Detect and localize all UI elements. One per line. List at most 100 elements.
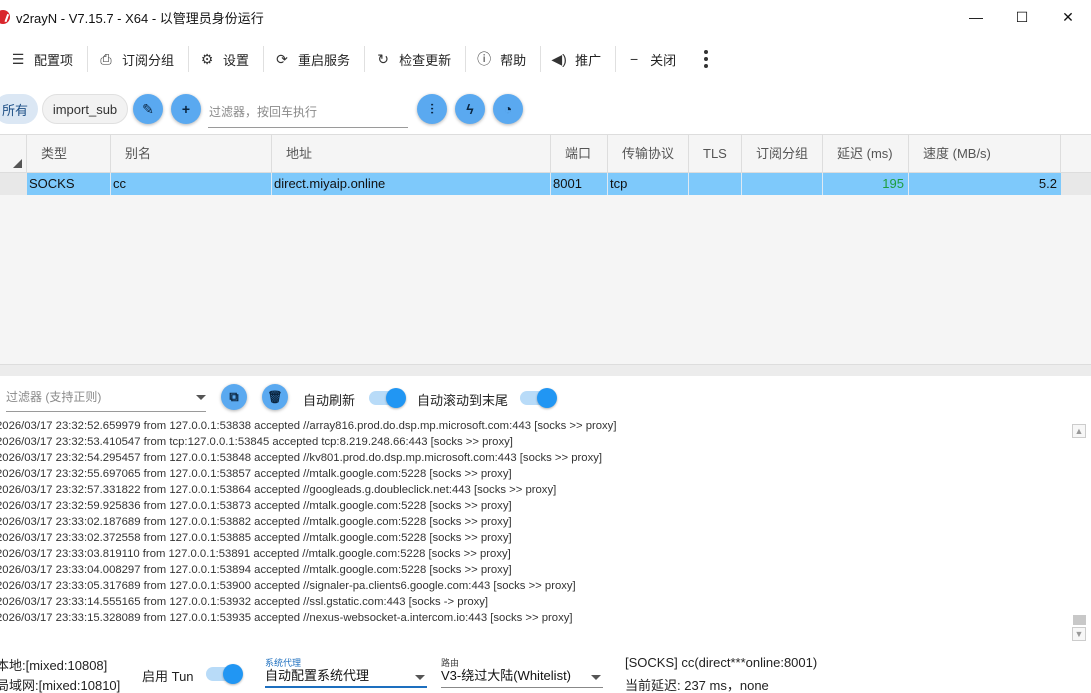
menu-close-label: 关闭: [650, 52, 677, 68]
table-header: 类型 别名 地址 端口 传输协议 TLS 订阅分组 延迟 (ms) 速度 (MB…: [0, 135, 1091, 173]
group-tab-import-sub[interactable]: import_sub: [42, 94, 128, 124]
gear-icon: ⚙: [200, 50, 214, 67]
menu-restart-service[interactable]: ⟳ 重启服务: [264, 42, 364, 76]
column-header-speed[interactable]: 速度 (MB/s): [909, 135, 1061, 173]
log-line: 2026/03/17 23:32:53.410547 from tcp:127.…: [0, 436, 513, 448]
cell-speed: 5.2: [1038, 176, 1057, 191]
tcping-button[interactable]: ⫶: [417, 94, 447, 124]
server-list-icon: ☰: [11, 50, 25, 67]
column-header-subscription[interactable]: 订阅分组: [742, 135, 823, 173]
scroll-down-icon[interactable]: ▼: [1072, 627, 1086, 641]
column-header-type[interactable]: 类型: [27, 135, 111, 173]
ping-icon: ⫶: [430, 100, 434, 117]
minimize-button[interactable]: —: [953, 0, 999, 34]
more-options-icon[interactable]: [696, 50, 716, 68]
log-output: 2026/03/17 23:32:52.659979 from 127.0.0.…: [0, 418, 1064, 630]
cell-tls: [689, 173, 742, 195]
edit-group-button[interactable]: ✎: [133, 94, 163, 124]
menu-promotion-label: 推广: [575, 52, 602, 68]
select-all-corner[interactable]: [0, 135, 27, 173]
speedtest-button[interactable]: ◔: [493, 94, 523, 124]
panel-splitter[interactable]: [0, 364, 1091, 376]
cell-subscription: [742, 173, 823, 195]
menu-subscription-label: 订阅分组: [122, 52, 175, 68]
chevron-down-icon: [415, 675, 425, 680]
log-line: 2026/03/17 23:32:54.295457 from 127.0.0.…: [0, 452, 603, 464]
menu-close[interactable]: − 关闭: [616, 42, 690, 76]
menu-promotion[interactable]: ◀) 推广: [541, 42, 615, 76]
chevron-down-icon: [196, 395, 206, 400]
log-line: 2026/03/17 23:33:02.187689 from 127.0.0.…: [0, 516, 512, 528]
refresh-icon: ↻: [377, 50, 389, 67]
cell-alias: cc: [111, 173, 272, 195]
column-header-address[interactable]: 地址: [272, 135, 551, 173]
log-line: 2026/03/17 23:32:57.331822 from 127.0.0.…: [0, 484, 557, 496]
menu-settings-label: 设置: [223, 52, 250, 68]
menu-servers[interactable]: ☰ 配置项: [0, 42, 87, 76]
log-filter-placeholder: 过滤器 (支持正则): [6, 390, 102, 404]
log-scrollbar[interactable]: ▲ ▼: [1070, 422, 1088, 642]
server-filter-row: 所有 import_sub ✎ + ⫶ ϟ ◔: [0, 90, 1091, 128]
log-line: 2026/03/17 23:33:03.819110 from 127.0.0.…: [0, 548, 511, 560]
row-header[interactable]: [0, 173, 27, 195]
menu-check-update[interactable]: ↻ 检查更新: [365, 42, 465, 76]
cell-port: 8001: [551, 173, 608, 195]
add-group-button[interactable]: +: [171, 94, 201, 124]
subscription-icon: ⎙: [100, 50, 112, 67]
menu-help-label: 帮助: [500, 52, 527, 68]
group-tab-all[interactable]: 所有: [0, 94, 38, 124]
auto-refresh-label: 自动刷新: [303, 393, 356, 408]
copy-log-button[interactable]: ⧉: [221, 384, 247, 410]
table-row[interactable]: SOCKS cc direct.miyaip.online 8001 tcp 1…: [0, 173, 1091, 195]
server-table: 类型 别名 地址 端口 传输协议 TLS 订阅分组 延迟 (ms) 速度 (MB…: [0, 134, 1091, 364]
cell-delay: 195: [823, 173, 909, 195]
log-filter-combobox[interactable]: 过滤器 (支持正则): [6, 386, 206, 412]
system-proxy-value: 自动配置系统代理: [265, 668, 370, 683]
log-line: 2026/03/17 23:32:59.925836 from 127.0.0.…: [0, 500, 512, 512]
window-title: v2rayN - V7.15.7 - X64 - 以管理员身份运行: [16, 10, 264, 26]
minus-icon: −: [630, 51, 639, 67]
menu-subscription[interactable]: ⎙ 订阅分组: [88, 42, 188, 76]
column-header-delay[interactable]: 延迟 (ms): [823, 135, 909, 173]
system-proxy-select[interactable]: 自动配置系统代理: [265, 666, 427, 688]
menu-check-update-label: 检查更新: [399, 52, 452, 68]
column-header-network[interactable]: 传输协议: [608, 135, 689, 173]
menu-settings[interactable]: ⚙ 设置: [189, 42, 263, 76]
menu-help[interactable]: ⓘ 帮助: [466, 42, 540, 76]
routing-select[interactable]: V3-绕过大陆(Whitelist): [441, 666, 603, 688]
cell-address: direct.miyaip.online: [272, 173, 551, 195]
cell-type: SOCKS: [27, 173, 111, 195]
log-line: 2026/03/17 23:33:15.328089 from 127.0.0.…: [0, 612, 573, 624]
local-port-status: 本地:[mixed:10808]: [0, 658, 108, 673]
column-header-tls[interactable]: TLS: [689, 135, 742, 173]
auto-scroll-toggle[interactable]: [520, 388, 557, 408]
log-line: 2026/03/17 23:32:52.659979 from 127.0.0.…: [0, 420, 617, 432]
tun-label: 启用 Tun: [142, 669, 194, 684]
log-toolbar: 过滤器 (支持正则) ⧉ 🗑 自动刷新 自动滚动到末尾: [0, 380, 1091, 416]
server-filter-input[interactable]: [208, 96, 408, 128]
cell-network: tcp: [608, 173, 689, 195]
title-bar: v2rayN - V7.15.7 - X64 - 以管理员身份运行 — ☐ ✕: [0, 0, 1091, 34]
auto-refresh-toggle[interactable]: [369, 388, 406, 408]
scroll-up-icon[interactable]: ▲: [1072, 424, 1086, 438]
speedometer-icon: ◔: [503, 101, 513, 117]
column-header-port[interactable]: 端口: [551, 135, 608, 173]
menu-restart-label: 重启服务: [298, 52, 351, 68]
column-header-alias[interactable]: 别名: [111, 135, 272, 173]
log-line: 2026/03/17 23:33:04.008297 from 127.0.0.…: [0, 564, 512, 576]
tun-toggle[interactable]: [206, 664, 243, 684]
help-icon: ⓘ: [477, 51, 492, 67]
close-window-button[interactable]: ✕: [1045, 0, 1091, 34]
routing-value: V3-绕过大陆(Whitelist): [441, 668, 572, 683]
current-delay-status: 当前延迟: 237 ms，none: [625, 678, 769, 693]
maximize-button[interactable]: ☐: [999, 0, 1045, 34]
clear-log-button[interactable]: 🗑: [262, 384, 288, 410]
trash-icon: 🗑: [267, 390, 283, 404]
scrollbar-thumb[interactable]: [1073, 615, 1086, 625]
realping-button[interactable]: ϟ: [455, 94, 485, 124]
chevron-down-icon: [591, 675, 601, 680]
auto-scroll-label: 自动滚动到末尾: [417, 393, 509, 408]
restart-icon: ⟳: [276, 50, 288, 67]
pencil-icon: ✎: [142, 100, 154, 117]
lightning-icon: ϟ: [466, 101, 474, 117]
